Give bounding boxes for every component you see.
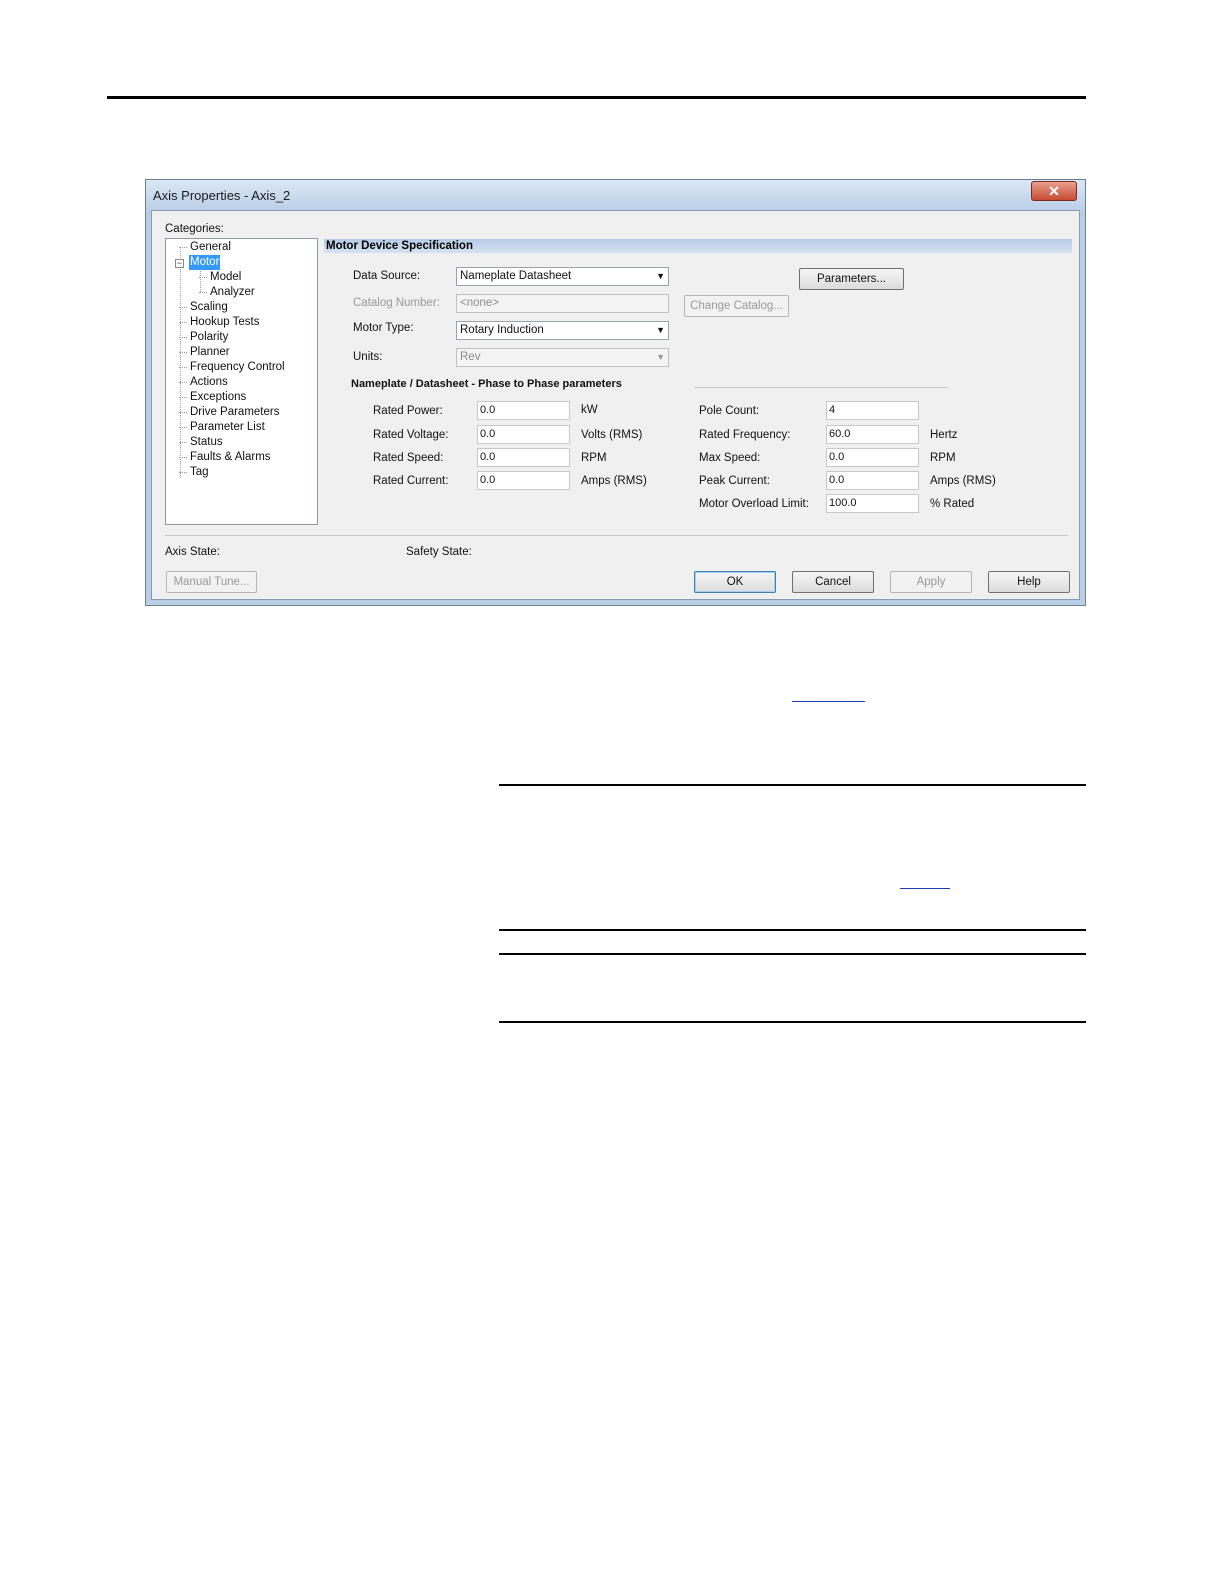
ok-button[interactable]: OK xyxy=(694,571,776,593)
tree-item-faults-alarms[interactable]: Faults & Alarms xyxy=(179,450,272,465)
tree-item-status[interactable]: Status xyxy=(179,435,224,450)
tree-item-drive-parameters[interactable]: Drive Parameters xyxy=(178,405,280,420)
close-icon: ✕ xyxy=(1048,183,1060,199)
rated-current-label: Rated Current: xyxy=(373,475,449,487)
rated-power-unit: kW xyxy=(581,404,598,416)
catalog-number-value: <none> xyxy=(460,297,500,309)
close-button[interactable]: ✕ xyxy=(1031,181,1077,201)
link-underline[interactable] xyxy=(900,888,950,889)
max-speed-input[interactable]: 0.0 xyxy=(826,448,919,467)
catalog-number-label: Catalog Number: xyxy=(353,297,440,309)
tree-item-exceptions[interactable]: Exceptions xyxy=(178,390,247,405)
units-label: Units: xyxy=(353,351,383,363)
tree-item-polarity[interactable]: Polarity xyxy=(178,330,229,345)
tree-item-parameter-list[interactable]: Parameter List xyxy=(179,420,266,435)
max-speed-label: Max Speed: xyxy=(699,452,761,464)
tree-guide-line xyxy=(180,249,181,478)
footer-divider xyxy=(165,535,1068,536)
rated-speed-label: Rated Speed: xyxy=(373,452,444,464)
parameters-button[interactable]: Parameters... xyxy=(799,268,904,290)
manual-tune-button[interactable]: Manual Tune... xyxy=(166,571,257,593)
note-top-rule xyxy=(499,784,1086,786)
change-catalog-button[interactable]: Change Catalog... xyxy=(684,295,789,317)
dropdown-arrow-icon: ▼ xyxy=(656,352,665,362)
max-speed-unit: RPM xyxy=(930,452,956,464)
section-header-title: Motor Device Specification xyxy=(326,240,473,252)
note-bottom-rule xyxy=(499,929,1086,931)
tree-item-motor[interactable]: Motor xyxy=(189,255,221,270)
dropdown-arrow-icon: ▼ xyxy=(656,325,665,335)
rated-speed-unit: RPM xyxy=(581,452,607,464)
pole-count-input[interactable]: 4 xyxy=(826,401,919,420)
categories-label: Categories: xyxy=(165,223,224,235)
collapse-icon[interactable]: − xyxy=(175,259,184,268)
safety-state-label: Safety State: xyxy=(406,546,472,558)
note2-bottom-rule xyxy=(499,1021,1086,1023)
axis-state-label: Axis State: xyxy=(165,546,220,558)
rated-power-input[interactable]: 0.0 xyxy=(477,401,570,420)
data-source-value: Nameplate Datasheet xyxy=(460,270,572,282)
section-header-band: Motor Device Specification xyxy=(324,239,1072,253)
help-button[interactable]: Help xyxy=(988,571,1070,593)
motor-overload-limit-label: Motor Overload Limit: xyxy=(699,498,809,510)
rated-voltage-label: Rated Voltage: xyxy=(373,429,449,441)
motor-type-value: Rotary Induction xyxy=(460,324,544,336)
motor-overload-limit-unit: % Rated xyxy=(930,498,975,510)
tree-item-general[interactable]: General xyxy=(179,240,232,255)
data-source-label: Data Source: xyxy=(353,270,421,282)
catalog-number-field: <none> xyxy=(456,294,669,313)
nameplate-divider xyxy=(694,387,948,388)
units-select: Rev ▼ xyxy=(456,348,669,367)
nameplate-heading: Nameplate / Datasheet - Phase to Phase p… xyxy=(351,378,622,390)
rated-voltage-input[interactable]: 0.0 xyxy=(477,425,570,444)
axis-properties-dialog: Axis Properties - Axis_2 ✕ Categories: −… xyxy=(145,179,1086,606)
dropdown-arrow-icon: ▼ xyxy=(656,271,665,281)
motor-type-select[interactable]: Rotary Induction ▼ xyxy=(456,321,669,340)
rated-speed-input[interactable]: 0.0 xyxy=(477,448,570,467)
rated-voltage-unit: Volts (RMS) xyxy=(581,429,643,441)
tree-item-actions[interactable]: Actions xyxy=(179,375,229,390)
motor-overload-limit-input[interactable]: 100.0 xyxy=(826,494,919,513)
cancel-button[interactable]: Cancel xyxy=(792,571,874,593)
apply-button[interactable]: Apply xyxy=(890,571,972,593)
title-bar[interactable]: Axis Properties - Axis_2 ✕ xyxy=(146,180,1085,210)
tree-item-scaling[interactable]: Scaling xyxy=(179,300,229,315)
data-source-select[interactable]: Nameplate Datasheet ▼ xyxy=(456,267,669,286)
tree-item-planner[interactable]: Planner xyxy=(179,345,231,360)
pole-count-label: Pole Count: xyxy=(699,405,760,417)
tree-item-analyzer[interactable]: Analyzer xyxy=(199,285,256,300)
note2-top-rule xyxy=(499,953,1086,955)
rated-frequency-label: Rated Frequency: xyxy=(699,429,791,441)
motor-type-label: Motor Type: xyxy=(353,322,414,334)
rated-frequency-unit: Hertz xyxy=(930,429,958,441)
rated-frequency-input[interactable]: 60.0 xyxy=(826,425,919,444)
rated-current-unit: Amps (RMS) xyxy=(581,475,647,487)
units-value: Rev xyxy=(460,351,481,363)
tree-guide-line xyxy=(200,269,201,292)
categories-tree[interactable]: − General Motor Model Analyzer Scaling H… xyxy=(165,238,318,525)
window-title: Axis Properties - Axis_2 xyxy=(153,188,291,203)
tree-item-frequency-control[interactable]: Frequency Control xyxy=(179,360,286,375)
link-underline[interactable] xyxy=(792,701,865,702)
tree-item-model[interactable]: Model xyxy=(198,270,242,285)
peak-current-unit: Amps (RMS) xyxy=(930,475,996,487)
peak-current-label: Peak Current: xyxy=(699,475,770,487)
rated-current-input[interactable]: 0.0 xyxy=(477,471,570,490)
page-top-rule xyxy=(107,96,1086,99)
peak-current-input[interactable]: 0.0 xyxy=(826,471,919,490)
tree-item-hookup-tests[interactable]: Hookup Tests xyxy=(178,315,260,330)
dialog-client-area: Categories: − General Motor Model Analyz… xyxy=(151,210,1080,600)
tree-item-tag[interactable]: Tag xyxy=(179,465,210,480)
rated-power-label: Rated Power: xyxy=(373,405,443,417)
